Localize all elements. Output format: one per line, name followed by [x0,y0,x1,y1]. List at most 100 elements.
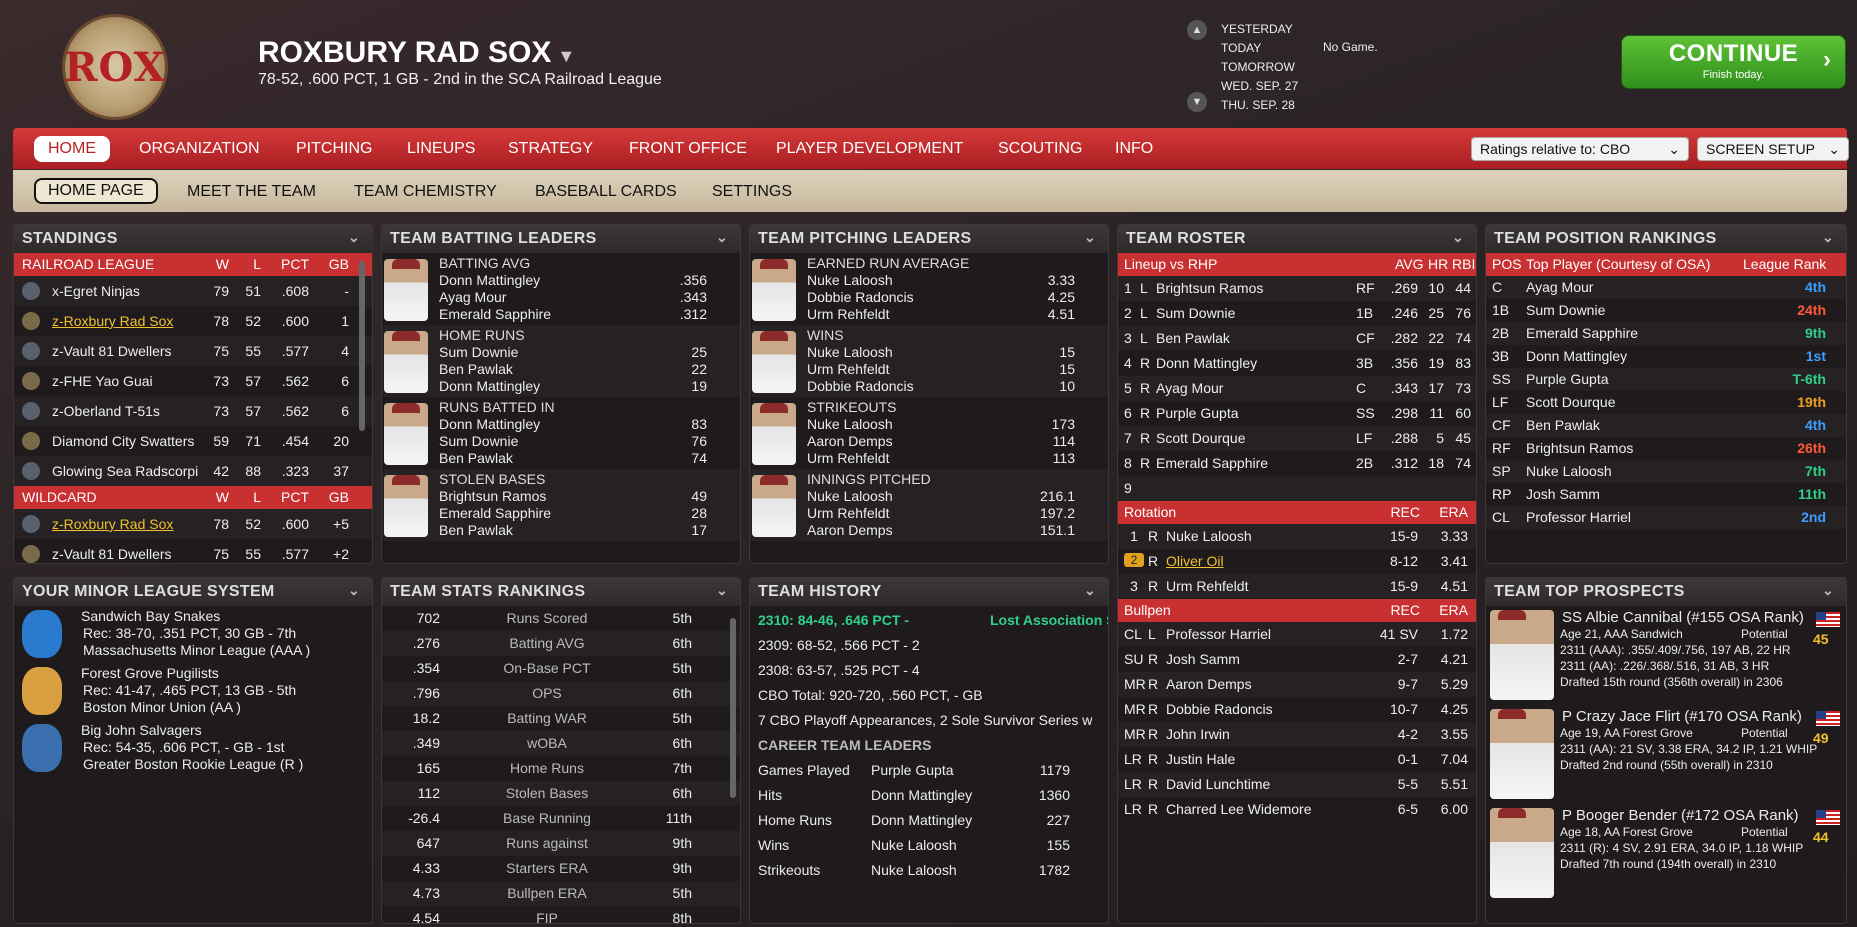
player-name[interactable]: Justin Hale [1166,751,1235,767]
team-name[interactable]: x-Egret Ninjas [52,283,222,299]
team-name[interactable]: Diamond City Swatters [52,433,222,449]
minor-team-name[interactable]: Big John Salvagers [81,722,202,738]
table-row[interactable]: z-Oberland T-51s 73 57 .562 6 [14,396,372,426]
player-name[interactable]: Donn Mattingley [1526,348,1627,364]
position-row[interactable]: SP Nuke Laloosh 7th [1486,460,1846,483]
leader-name[interactable]: Aaron Demps [807,522,893,538]
player-name[interactable]: Scott Dourque [1156,430,1246,446]
position-row[interactable]: LF Scott Dourque 19th [1486,391,1846,414]
table-row[interactable]: Diamond City Swatters 59 71 .454 20 [14,426,372,456]
subnav-settings[interactable]: SETTINGS [712,183,792,201]
chevron-down-icon[interactable]: ⌄ [1822,582,1834,599]
leader-name[interactable]: Ben Pawlak [439,361,513,377]
chevron-down-icon[interactable]: ⌄ [716,229,728,246]
player-name[interactable]: Sum Downie [1156,305,1235,321]
lineup-row[interactable]: 4 R Donn Mattingley 3B .356 19 83 [1118,351,1476,376]
position-row[interactable]: C Ayag Mour 4th [1486,276,1846,299]
player-name[interactable]: Dobbie Radoncis [1166,701,1273,717]
team-name[interactable]: z-FHE Yao Guai [52,373,222,389]
player-photo[interactable] [752,403,796,465]
team-title[interactable]: ROXBURY RAD SOX ▼ [258,36,575,70]
subnav-home-page[interactable]: HOME PAGE [34,178,158,204]
table-row[interactable]: z-Vault 81 Dwellers 75 55 .577 +2 [14,539,372,563]
chevron-down-icon[interactable]: ⌄ [1084,229,1096,246]
stat-row[interactable]: .349 wOBA 6th [382,731,740,756]
leader-name[interactable]: Emerald Sapphire [439,505,551,521]
player-name[interactable]: Ayag Mour [1526,279,1593,295]
player-photo[interactable] [752,331,796,393]
stat-row[interactable]: 702 Runs Scored 5th [382,606,740,631]
bullpen-row[interactable]: MR R John Irwin 4-2 3.55 [1118,722,1476,747]
stat-row[interactable]: 112 Stolen Bases 6th [382,781,740,806]
table-row[interactable]: Glowing Sea Radscorpi 42 88 .323 37 [14,456,372,486]
scrollbar[interactable] [730,618,736,798]
table-row[interactable]: z-FHE Yao Guai 73 57 .562 6 [14,366,372,396]
prospect-name[interactable]: P Booger Bender (#172 OSA Rank) [1562,807,1799,824]
player-photo[interactable] [384,259,428,321]
chevron-down-icon[interactable]: ▼ [1187,92,1207,112]
lineup-row[interactable]: 2 L Sum Downie 1B .246 25 76 [1118,301,1476,326]
player-name[interactable]: Sum Downie [1526,302,1605,318]
player-name[interactable]: Urm Rehfeldt [1166,578,1248,594]
leader-name[interactable]: Ayag Mour [439,289,506,305]
player-name[interactable]: David Lunchtime [1166,776,1270,792]
table-row[interactable]: z-Roxbury Rad Sox 78 52 .600 +5 [14,509,372,539]
nav-scouting[interactable]: SCOUTING [998,140,1082,158]
chevron-down-icon[interactable]: ⌄ [1084,582,1096,599]
stat-row[interactable]: 4.33 Starters ERA 9th [382,856,740,881]
player-photo[interactable] [384,475,428,537]
lineup-row[interactable]: 6 R Purple Gupta SS .298 11 60 [1118,401,1476,426]
leader-name[interactable]: Donn Mattingley [439,416,540,432]
team-logo[interactable]: ROX [62,14,168,120]
continue-button[interactable]: CONTINUE Finish today. › [1621,35,1846,89]
player-name[interactable]: Josh Samm [1526,486,1600,502]
player-photo[interactable] [752,259,796,321]
player-name[interactable]: Purple Gupta [1526,371,1609,387]
leader-name[interactable]: Donn Mattingley [871,812,972,828]
bullpen-row[interactable]: LR R Charred Lee Widemore 6-5 6.00 [1118,797,1476,822]
position-row[interactable]: 2B Emerald Sapphire 9th [1486,322,1846,345]
player-name[interactable]: Ben Pawlak [1526,417,1600,433]
nav-front-office[interactable]: FRONT OFFICE [629,140,747,158]
stat-row[interactable]: -26.4 Base Running 11th [382,806,740,831]
leader-name[interactable]: Nuke Laloosh [807,272,893,288]
lineup-row[interactable]: 7 R Scott Dourque LF .288 5 45 [1118,426,1476,451]
leader-name[interactable]: Nuke Laloosh [871,837,957,853]
prospect-name[interactable]: SS Albie Cannibal (#155 OSA Rank) [1562,609,1804,626]
position-row[interactable]: 3B Donn Mattingley 1st [1486,345,1846,368]
date-today[interactable]: TODAY [1221,39,1298,58]
nav-player-development[interactable]: PLAYER DEVELOPMENT [776,140,963,158]
bullpen-row[interactable]: MR R Dobbie Radoncis 10-7 4.25 [1118,697,1476,722]
chevron-down-icon[interactable]: ⌄ [1822,229,1834,246]
player-name[interactable]: Ayag Mour [1156,380,1223,396]
minor-team[interactable]: Big John Salvagers Rec: 54-35, .606 PCT, … [14,720,372,777]
player-name[interactable]: Brightsun Ramos [1156,280,1263,296]
player-name[interactable]: Emerald Sapphire [1156,455,1268,471]
leader-name[interactable]: Sum Downie [439,433,518,449]
leader-name[interactable]: Nuke Laloosh [871,862,957,878]
minor-team-name[interactable]: Sandwich Bay Snakes [81,608,220,624]
table-row[interactable]: z-Roxbury Rad Sox 78 52 .600 1 [14,306,372,336]
nav-info[interactable]: INFO [1115,140,1153,158]
minor-team[interactable]: Forest Grove Pugilists Rec: 41-47, .465 P… [14,663,372,720]
player-name[interactable]: Ben Pawlak [1156,330,1230,346]
player-name[interactable]: Josh Samm [1166,651,1240,667]
position-row[interactable]: SS Purple Gupta T-6th [1486,368,1846,391]
stat-row[interactable]: 4.73 Bullpen ERA 5th [382,881,740,906]
leader-name[interactable]: Brightsun Ramos [439,488,546,504]
leader-name[interactable]: Aaron Demps [807,433,893,449]
player-name[interactable]: Professor Harriel [1526,509,1631,525]
team-name[interactable]: Glowing Sea Radscorpi [52,463,222,479]
lineup-row[interactable]: 1 L Brightsun Ramos RF .269 10 44 [1118,276,1476,301]
position-row[interactable]: CL Professor Harriel 2nd [1486,506,1846,529]
leader-name[interactable]: Emerald Sapphire [439,306,551,322]
stat-row[interactable]: 647 Runs against 9th [382,831,740,856]
chevron-up-icon[interactable]: ▲ [1187,20,1207,40]
stat-row[interactable]: .796 OPS 6th [382,681,740,706]
lineup-row[interactable]: 5 R Ayag Mour C .343 17 73 [1118,376,1476,401]
position-row[interactable]: CF Ben Pawlak 4th [1486,414,1846,437]
history-2308[interactable]: 2308: 63-57, .525 PCT - 4 [758,662,920,678]
leader-name[interactable]: Nuke Laloosh [807,416,893,432]
nav-strategy[interactable]: STRATEGY [508,140,593,158]
bullpen-row[interactable]: LR R Justin Hale 0-1 7.04 [1118,747,1476,772]
